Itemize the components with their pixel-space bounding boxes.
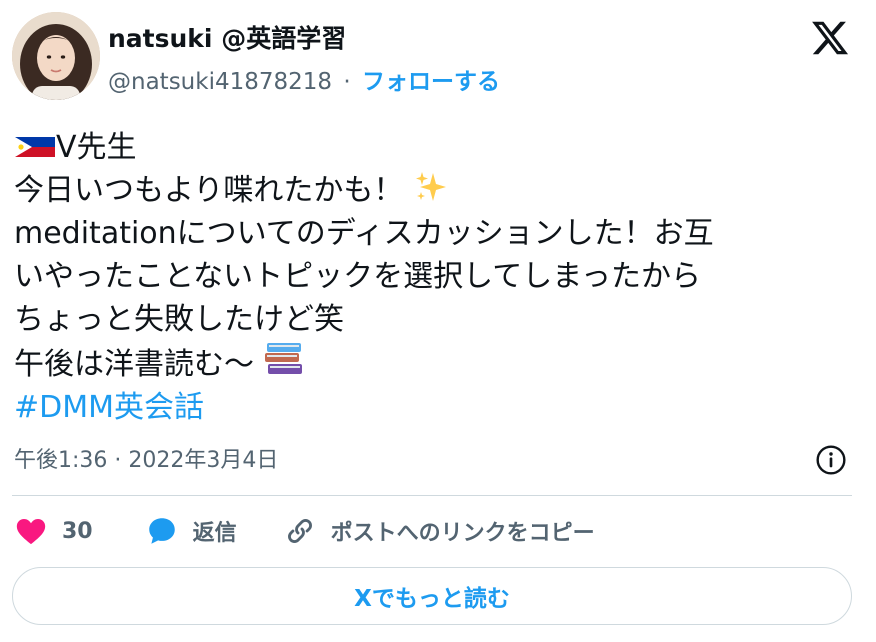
tweet-line: 今日いつもより喋れたかも！ <box>14 169 844 212</box>
tweet-line-text: V先生 <box>56 130 137 165</box>
tweet-line-text: 今日いつもより喋れたかも！ <box>14 173 404 208</box>
reply-bubble-icon <box>148 518 175 544</box>
copy-link-label: ポストへのリンクをコピー <box>330 521 595 546</box>
read-more-button[interactable]: Xでもっと読む <box>12 567 852 625</box>
tweet-line-text: 午後は洋書読む〜 <box>14 347 254 382</box>
copy-link-button[interactable]: ポストへのリンクをコピー <box>283 514 595 548</box>
reply-button[interactable]: 返信 <box>145 514 237 548</box>
handle-separator: · <box>343 69 351 95</box>
timestamp-separator: · <box>114 448 122 473</box>
tweet-line: meditationについてのディスカッションした！お互 <box>14 216 714 251</box>
tweet-line: ちょっと失敗したけど笑 <box>14 302 344 337</box>
tweet-timestamp[interactable]: 午後1:36 · 2022年3月4日 <box>14 442 278 474</box>
divider <box>12 495 852 496</box>
tweet-line: いやったことないトピックを選択してしまったから <box>14 259 701 294</box>
tweet-line: 午後は洋書読む〜 <box>14 341 844 386</box>
follow-button[interactable]: フォローする <box>362 69 500 95</box>
hashtag-link[interactable]: #DMM英会話 <box>14 386 844 429</box>
author-display-name[interactable]: natsuki @英語学習 <box>108 19 346 55</box>
tweet-date: 2022年3月4日 <box>128 448 279 473</box>
philippines-flag-icon <box>15 137 55 157</box>
action-bar: 30 返信 ポストへのリンクをコピー <box>14 510 595 552</box>
avatar-photo <box>12 12 100 100</box>
tweet-line: V先生 <box>14 126 844 169</box>
link-icon <box>287 519 312 543</box>
author-handle-row: @natsuki41878218 · フォローする <box>108 62 500 96</box>
tweet-time: 午後1:36 <box>14 448 108 473</box>
books-icon <box>264 343 302 374</box>
x-logo-icon[interactable] <box>810 18 850 58</box>
sparkles-icon <box>415 172 446 201</box>
like-count: 30 <box>62 518 93 544</box>
author-handle[interactable]: @natsuki41878218 <box>108 69 332 95</box>
like-button[interactable]: 30 <box>14 514 93 548</box>
info-icon[interactable] <box>815 444 847 476</box>
reply-label: 返信 <box>192 521 237 546</box>
tweet-text: V先生 今日いつもより喋れたかも！ meditationについてのディスカッショ… <box>14 126 844 429</box>
avatar[interactable] <box>12 12 100 100</box>
heart-icon <box>16 518 46 545</box>
